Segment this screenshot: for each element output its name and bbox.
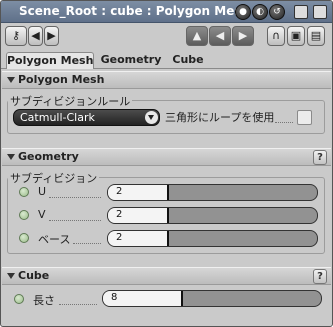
toolbar: ⚷ ◀ ▶ ▲ ◀ ▶ ∩ ▣ ▤ bbox=[1, 23, 332, 49]
length-value[interactable]: 8 bbox=[111, 292, 117, 303]
label-leader bbox=[49, 187, 101, 198]
param-label-length: 長さ bbox=[33, 294, 55, 307]
label-leader bbox=[73, 233, 101, 244]
section-geometry[interactable]: Geometry ? bbox=[2, 148, 331, 166]
animation-led-icon[interactable] bbox=[19, 210, 29, 220]
chevron-down-icon bbox=[145, 111, 158, 124]
refresh-icon[interactable]: ◐ bbox=[252, 4, 268, 20]
preset-left-icon[interactable]: ◀ bbox=[209, 26, 231, 46]
param-label-base: ベース bbox=[38, 233, 71, 246]
slider-handle[interactable] bbox=[166, 185, 169, 200]
loop-triangles-checkbox[interactable] bbox=[297, 110, 312, 125]
tab-geometry[interactable]: Geometry bbox=[98, 52, 164, 69]
help-button[interactable]: ? bbox=[313, 269, 327, 284]
lock-icon[interactable]: ● bbox=[235, 4, 251, 20]
slider-handle[interactable] bbox=[181, 291, 184, 306]
base-slider[interactable]: 2 bbox=[107, 230, 318, 247]
animation-led-icon[interactable] bbox=[14, 294, 24, 304]
key-icon[interactable]: ⚷ bbox=[5, 26, 27, 46]
collapse-arrow-icon[interactable] bbox=[7, 77, 15, 83]
tab-polygon-mesh[interactable]: Polygon Mesh bbox=[6, 52, 94, 69]
collapse-arrow-icon[interactable] bbox=[7, 273, 15, 279]
u-value[interactable]: 2 bbox=[116, 186, 122, 197]
param-label-v: V bbox=[38, 208, 46, 221]
minimize-button[interactable] bbox=[294, 5, 308, 19]
prev-arrow-button[interactable]: ◀ bbox=[28, 26, 43, 46]
section-title: Geometry bbox=[18, 150, 79, 163]
slider-handle[interactable] bbox=[166, 231, 169, 246]
magnet-icon[interactable]: ∩ bbox=[267, 26, 285, 46]
bucket-icon[interactable]: ▤ bbox=[307, 26, 325, 46]
v-slider[interactable]: 2 bbox=[107, 207, 318, 224]
group-title: サブディビジョン bbox=[8, 170, 100, 186]
param-label-u: U bbox=[38, 185, 47, 198]
title-bar[interactable]: Scene_Root : cube : Polygon Mesh ● ◐ ↺ bbox=[1, 1, 332, 23]
subdivision-rule-dropdown[interactable]: Catmull-Clark bbox=[13, 109, 160, 126]
section-polygon-mesh[interactable]: Polygon Mesh bbox=[2, 71, 331, 89]
save-preset-icon[interactable]: ▣ bbox=[287, 26, 305, 46]
label-leader bbox=[49, 210, 101, 221]
label-leader bbox=[275, 112, 293, 123]
dropdown-value: Catmull-Clark bbox=[20, 111, 95, 124]
help-button[interactable]: ? bbox=[313, 150, 327, 165]
slider-handle[interactable] bbox=[166, 208, 169, 223]
base-value[interactable]: 2 bbox=[116, 232, 122, 243]
v-value[interactable]: 2 bbox=[116, 209, 122, 220]
preset-up-icon[interactable]: ▲ bbox=[186, 26, 208, 46]
section-cube[interactable]: Cube ? bbox=[2, 267, 331, 285]
animation-led-icon[interactable] bbox=[19, 233, 29, 243]
preset-right-icon[interactable]: ▶ bbox=[232, 26, 254, 46]
section-title: Polygon Mesh bbox=[18, 73, 105, 86]
collapse-arrow-icon[interactable] bbox=[7, 154, 15, 160]
u-slider[interactable]: 2 bbox=[107, 184, 318, 201]
loop-triangles-label: 三角形にループを使用 bbox=[165, 111, 275, 124]
tab-cube[interactable]: Cube bbox=[167, 52, 209, 69]
group-title: サブディビジョンルール bbox=[8, 93, 133, 109]
label-leader bbox=[59, 294, 97, 305]
animation-led-icon[interactable] bbox=[19, 187, 29, 197]
tab-bar: Polygon Mesh Geometry Cube bbox=[1, 51, 332, 69]
window-title: Scene_Root : cube : Polygon Mesh bbox=[19, 4, 251, 18]
section-title: Cube bbox=[18, 269, 50, 282]
close-button[interactable] bbox=[313, 5, 327, 19]
revert-icon[interactable]: ↺ bbox=[269, 4, 285, 20]
length-slider[interactable]: 8 bbox=[102, 290, 322, 307]
next-arrow-button[interactable]: ▶ bbox=[44, 26, 59, 46]
property-editor-window: Scene_Root : cube : Polygon Mesh ● ◐ ↺ ⚷… bbox=[0, 0, 333, 327]
